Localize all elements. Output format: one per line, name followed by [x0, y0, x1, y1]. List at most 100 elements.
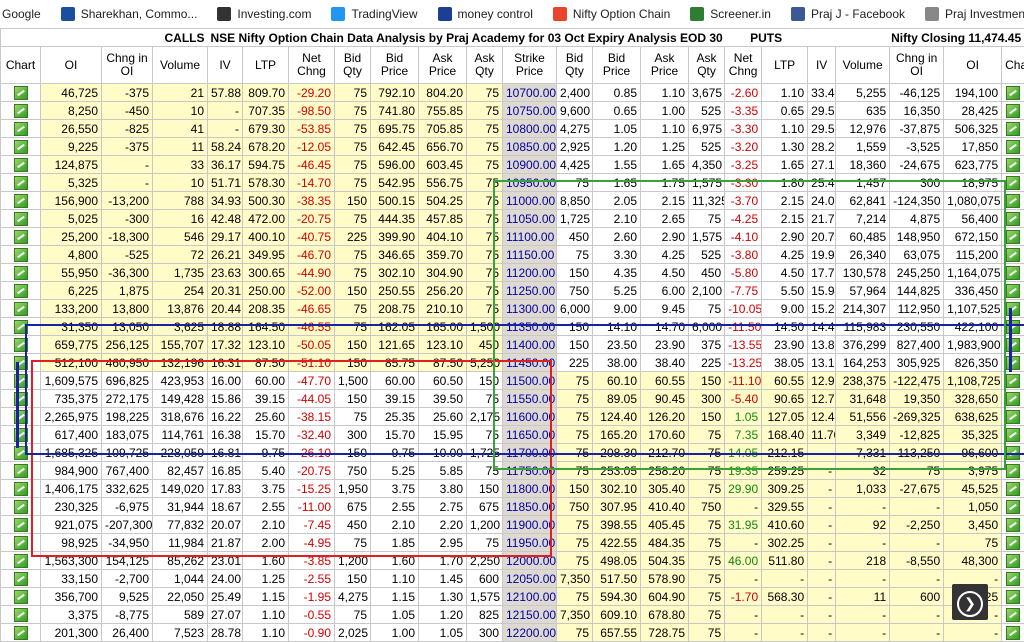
chart-cell[interactable] — [1002, 120, 1024, 138]
chart-cell[interactable] — [1, 354, 41, 372]
chart-icon[interactable] — [1006, 572, 1020, 586]
chart-icon[interactable] — [1006, 392, 1020, 406]
column-header[interactable]: Cha — [1002, 47, 1024, 84]
chart-icon[interactable] — [1006, 86, 1020, 100]
bookmark-8[interactable]: Praj Investments — [925, 7, 1024, 21]
chart-cell[interactable] — [1, 300, 41, 318]
chart-cell[interactable] — [1002, 336, 1024, 354]
chart-icon[interactable] — [14, 302, 28, 316]
chart-icon[interactable] — [1006, 320, 1020, 334]
chart-icon[interactable] — [14, 446, 28, 460]
chart-cell[interactable] — [1002, 102, 1024, 120]
chart-cell[interactable] — [1002, 624, 1024, 642]
column-header[interactable]: Strike Price — [503, 47, 557, 84]
chart-cell[interactable] — [1002, 84, 1024, 102]
chart-icon[interactable] — [1006, 356, 1020, 370]
column-header[interactable]: Chng in OI — [890, 47, 944, 84]
bookmark-5[interactable]: Nifty Option Chain — [553, 7, 670, 21]
chart-cell[interactable] — [1, 156, 41, 174]
chart-icon[interactable] — [14, 230, 28, 244]
column-header[interactable]: Ask Price — [641, 47, 689, 84]
chart-cell[interactable] — [1002, 390, 1024, 408]
column-header[interactable]: Net Chng — [725, 47, 762, 84]
chart-cell[interactable] — [1002, 354, 1024, 372]
chart-cell[interactable] — [1002, 426, 1024, 444]
column-header[interactable]: LTP — [243, 47, 289, 84]
column-header[interactable]: Net Chng — [289, 47, 335, 84]
chart-icon[interactable] — [1006, 608, 1020, 622]
chart-cell[interactable] — [1, 552, 41, 570]
chart-cell[interactable] — [1002, 138, 1024, 156]
chart-cell[interactable] — [1002, 228, 1024, 246]
chart-cell[interactable] — [1, 174, 41, 192]
column-header[interactable]: Ask Price — [419, 47, 467, 84]
chart-cell[interactable] — [1002, 462, 1024, 480]
chart-icon[interactable] — [1006, 266, 1020, 280]
chart-cell[interactable] — [1002, 192, 1024, 210]
chart-cell[interactable] — [1, 336, 41, 354]
chart-icon[interactable] — [14, 392, 28, 406]
column-header[interactable]: Ask Qty — [467, 47, 503, 84]
chart-cell[interactable] — [1, 444, 41, 462]
column-header[interactable]: Chng in OI — [102, 47, 153, 84]
chart-cell[interactable] — [1002, 408, 1024, 426]
chart-icon[interactable] — [14, 338, 28, 352]
column-header[interactable]: OI — [41, 47, 102, 84]
column-header[interactable]: Bid Qty — [335, 47, 371, 84]
chart-cell[interactable] — [1002, 264, 1024, 282]
bookmark-6[interactable]: Screener.in — [690, 7, 771, 21]
chart-icon[interactable] — [14, 464, 28, 478]
chart-icon[interactable] — [1006, 212, 1020, 226]
chart-cell[interactable] — [1002, 588, 1024, 606]
chart-icon[interactable] — [14, 158, 28, 172]
chart-icon[interactable] — [14, 626, 28, 640]
bookmark-3[interactable]: TradingView — [331, 7, 417, 21]
chart-icon[interactable] — [1006, 338, 1020, 352]
chart-icon[interactable] — [14, 122, 28, 136]
chart-cell[interactable] — [1, 426, 41, 444]
column-header[interactable]: Volume — [153, 47, 208, 84]
chart-icon[interactable] — [14, 194, 28, 208]
chart-icon[interactable] — [1006, 194, 1020, 208]
chart-cell[interactable] — [1002, 300, 1024, 318]
column-header[interactable]: LTP — [762, 47, 808, 84]
chart-cell[interactable] — [1, 102, 41, 120]
chart-cell[interactable] — [1, 120, 41, 138]
chart-icon[interactable] — [14, 428, 28, 442]
chart-cell[interactable] — [1, 498, 41, 516]
chart-cell[interactable] — [1002, 516, 1024, 534]
chart-cell[interactable] — [1, 228, 41, 246]
chart-icon[interactable] — [1006, 302, 1020, 316]
chart-icon[interactable] — [1006, 374, 1020, 388]
column-header[interactable]: OI — [944, 47, 1002, 84]
chart-cell[interactable] — [1002, 552, 1024, 570]
chart-icon[interactable] — [14, 248, 28, 262]
chart-icon[interactable] — [1006, 230, 1020, 244]
chart-icon[interactable] — [1006, 428, 1020, 442]
bookmark-7[interactable]: Praj J - Facebook — [791, 7, 905, 21]
chart-icon[interactable] — [1006, 248, 1020, 262]
chart-icon[interactable] — [14, 572, 28, 586]
chart-cell[interactable] — [1, 606, 41, 624]
chart-cell[interactable] — [1, 588, 41, 606]
bookmark-4[interactable]: money control — [438, 7, 533, 21]
chart-icon[interactable] — [14, 284, 28, 298]
column-header[interactable]: Bid Qty — [557, 47, 593, 84]
chart-icon[interactable] — [14, 176, 28, 190]
next-button[interactable]: ❯ — [952, 584, 988, 620]
chart-cell[interactable] — [1002, 210, 1024, 228]
chart-cell[interactable] — [1002, 498, 1024, 516]
chart-icon[interactable] — [1006, 590, 1020, 604]
chart-icon[interactable] — [14, 554, 28, 568]
chart-cell[interactable] — [1, 138, 41, 156]
chart-icon[interactable] — [1006, 626, 1020, 640]
chart-cell[interactable] — [1, 210, 41, 228]
chart-icon[interactable] — [14, 410, 28, 424]
chart-icon[interactable] — [14, 536, 28, 550]
column-header[interactable]: Bid Price — [593, 47, 641, 84]
chart-icon[interactable] — [14, 500, 28, 514]
column-header[interactable]: Chart — [1, 47, 41, 84]
chart-icon[interactable] — [1006, 554, 1020, 568]
chart-icon[interactable] — [14, 212, 28, 226]
chart-cell[interactable] — [1, 570, 41, 588]
